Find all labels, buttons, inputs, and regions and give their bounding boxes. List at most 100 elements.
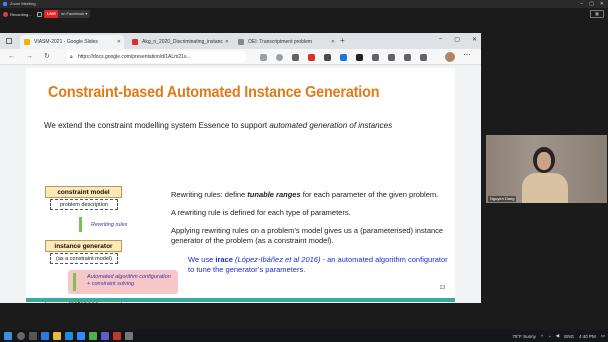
shared-browser-window: VIASM-2021 - Google Slides ✕ Akg_n_2020_…: [0, 33, 481, 303]
extension-toolbar: [260, 52, 427, 62]
collections-icon[interactable]: [388, 53, 395, 61]
intro-text: We extend the constraint modelling syste…: [44, 121, 270, 130]
live-target-dropdown[interactable]: on Facebook ▾: [58, 10, 91, 18]
pause-recording-icon[interactable]: [36, 11, 42, 17]
pdf-extension-icon[interactable]: [308, 53, 315, 61]
tab-label: VIASM-2021 - Google Slides: [34, 39, 98, 45]
browser-window-controls: – ▢ ✕: [439, 36, 477, 43]
volume-icon[interactable]: ◀: [556, 333, 559, 339]
slide-footer-bar: [26, 298, 455, 302]
bullet-irace: We use irace (López-Ibáñez et al 2016) -…: [188, 255, 448, 275]
bullet-rule-per-type: A rewriting rule is defined for each typ…: [171, 208, 351, 217]
windows-taskbar: 75°F Sunny ^ ◔ ◀ ENG 4:40 PM ▭: [0, 330, 608, 342]
windows-start-icon[interactable]: [4, 332, 12, 340]
notifications-icon[interactable]: ▭: [601, 333, 605, 339]
task-view-icon[interactable]: [29, 332, 37, 340]
slide-title: Constraint-based Automated Instance Gene…: [48, 84, 380, 101]
zoom-title-bar: Zoom Meeting – ▢ ✕: [0, 0, 608, 8]
file-explorer-icon[interactable]: [53, 332, 61, 340]
zoom-window-title: Zoom Meeting: [10, 1, 36, 6]
app-icon[interactable]: [41, 332, 49, 340]
presentation-slide: Constraint-based Automated Instance Gene…: [26, 68, 455, 303]
live-target-label: on Facebook: [61, 11, 85, 16]
participant-body: [522, 173, 568, 203]
downloads-icon[interactable]: [420, 53, 427, 61]
minimize-icon[interactable]: –: [580, 0, 583, 8]
window-controls: – ▢ ✕: [580, 0, 604, 8]
bullet-text: We use: [188, 255, 216, 264]
lock-icon: 🔒︎: [70, 54, 73, 60]
tab-akg-pdf[interactable]: Akg_n_2020_Discriminating_instanc ✕: [128, 35, 232, 49]
system-tray: 75°F Sunny ^ ◔ ◀ ENG 4:40 PM ▭: [512, 330, 605, 342]
extension-icon[interactable]: [372, 53, 379, 61]
configuration-note-box: Automated algorithm configuration + cons…: [68, 270, 178, 294]
tab-label: OEI: Transcriptment problem: [248, 39, 312, 45]
extension-icon[interactable]: [324, 53, 331, 61]
url-text: https://docs.google.com/presentation/d/1…: [78, 54, 191, 60]
app-icon[interactable]: [89, 332, 97, 340]
tab-strip: VIASM-2021 - Google Slides ✕ Akg_n_2020_…: [0, 33, 481, 49]
rewriting-rules-label: Rewriting rules: [91, 222, 128, 228]
bullet-applying-rules: Applying rewriting rules on a problem’s …: [171, 226, 444, 245]
back-icon[interactable]: ←: [8, 52, 15, 62]
new-tab-button[interactable]: +: [340, 35, 345, 47]
close-icon[interactable]: ✕: [472, 36, 477, 43]
pocket-icon[interactable]: [292, 53, 299, 61]
network-icon[interactable]: ◔: [548, 334, 551, 339]
app-icon[interactable]: [113, 332, 121, 340]
address-bar-row: ← → ↻ 🔒︎ https://docs.google.com/present…: [0, 49, 481, 65]
zoom-app-icon[interactable]: [77, 332, 85, 340]
instance-generator-box: instance generator: [45, 240, 122, 252]
tab-oei-doc[interactable]: OEI: Transcriptment problem ✕: [234, 35, 338, 49]
minimize-icon[interactable]: –: [439, 36, 442, 43]
tab-viasm-slides[interactable]: VIASM-2021 - Google Slides ✕: [20, 35, 124, 49]
profile-avatar[interactable]: [445, 52, 455, 62]
participant-name: Nguyen Dang: [488, 196, 517, 202]
extension-icon[interactable]: [356, 53, 363, 61]
participant-face: [537, 152, 551, 170]
url-field[interactable]: 🔒︎ https://docs.google.com/presentation/…: [66, 51, 246, 63]
more-menu-icon[interactable]: ⋯: [463, 50, 471, 59]
tray-chevron-icon[interactable]: ^: [541, 334, 543, 339]
reload-icon[interactable]: ↻: [44, 52, 50, 62]
tab-close-icon[interactable]: ✕: [225, 35, 229, 49]
zoom-status-bar: Recording... LIVE on Facebook ▾ ▦: [0, 8, 608, 20]
bullet-text: Rewriting rules: define: [171, 190, 248, 199]
constraint-model-box: constraint model: [45, 186, 122, 198]
pdf-icon: [132, 39, 138, 45]
live-badge: LIVE: [44, 10, 59, 18]
bullet-text: for each parameter of the given problem.: [300, 190, 439, 199]
favorite-star-icon[interactable]: [276, 53, 283, 61]
recording-label: Recording...: [10, 11, 32, 17]
extension-icon[interactable]: [340, 53, 347, 61]
tab-actions-icon[interactable]: [6, 38, 12, 44]
slides-icon: [24, 39, 30, 45]
view-toggle-button[interactable]: ▦: [590, 10, 604, 18]
maximize-icon[interactable]: ▢: [589, 0, 594, 8]
tab-close-icon[interactable]: ✕: [117, 35, 121, 49]
forward-icon[interactable]: →: [26, 52, 33, 62]
pink-line-2: + constraint solving: [87, 281, 135, 287]
favorites-icon[interactable]: [404, 53, 411, 61]
zoom-icon: [3, 2, 7, 6]
clock[interactable]: 4:40 PM: [579, 334, 596, 339]
tab-close-icon[interactable]: ✕: [331, 35, 335, 49]
irace-emphasis: irace: [215, 255, 233, 264]
tab-label: Akg_n_2020_Discriminating_instanc: [142, 39, 223, 45]
close-icon[interactable]: ✕: [600, 0, 604, 8]
intro-emphasis: automated generation of instances: [269, 121, 393, 130]
rewriting-arrow: [79, 217, 82, 232]
search-icon[interactable]: [17, 332, 25, 340]
weather-widget[interactable]: 75°F Sunny: [512, 334, 536, 339]
maximize-icon[interactable]: ▢: [454, 36, 460, 43]
edge-icon[interactable]: [65, 332, 73, 340]
bullet-tunable-ranges: Rewriting rules: define tunable ranges f…: [171, 190, 451, 200]
read-aloud-icon[interactable]: [260, 53, 267, 61]
teams-icon[interactable]: [101, 332, 109, 340]
problem-description-box: problem description: [50, 199, 118, 210]
bullet-emphasis: tunable ranges: [247, 190, 301, 199]
app-icon[interactable]: [125, 332, 133, 340]
constraint-model-subbox: (as a constraint model): [50, 253, 118, 264]
participant-video-tile[interactable]: Nguyen Dang: [486, 135, 607, 203]
language-indicator[interactable]: ENG: [564, 334, 574, 339]
